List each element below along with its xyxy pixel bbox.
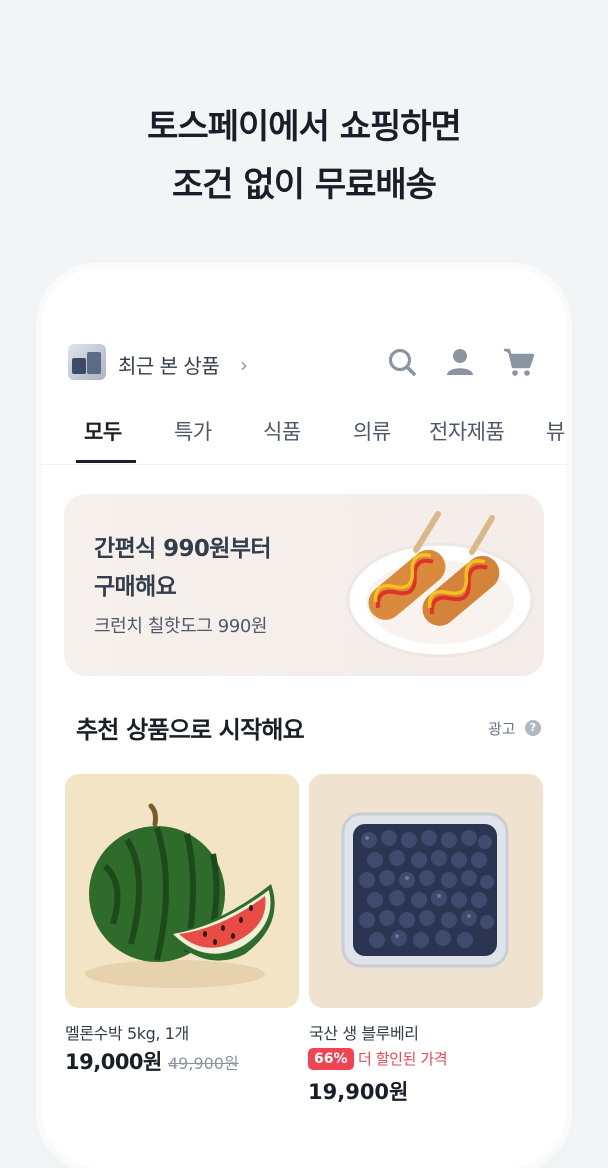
product-original-price: 49,900원	[168, 1054, 239, 1073]
watermelon-image	[85, 803, 275, 988]
category-tabs: 모두 특가 식품 의류 전자제품 뷰	[42, 408, 566, 465]
banner-title: 간편식 990원부터 구매해요	[94, 530, 272, 606]
top-bar: 최근 본 상품 ›	[42, 344, 566, 384]
recent-product-thumbnail[interactable]	[68, 344, 106, 380]
search-icon[interactable]	[386, 346, 418, 378]
banner-title-line-1: 간편식 990원부터	[94, 536, 272, 562]
tab-all[interactable]: 모두	[84, 416, 122, 446]
chevron-right-icon: ›	[240, 353, 248, 377]
recent-products-link[interactable]: 최근 본 상품	[118, 350, 220, 379]
active-tab-indicator	[76, 460, 136, 463]
section-title: 추천 상품으로 시작해요	[76, 716, 305, 744]
phone-screen: 최근 본 상품 › 모두 특가 식품 의류 전자제품 뷰 간편식 990원부터 …	[42, 268, 566, 1168]
info-icon[interactable]: ?	[525, 720, 541, 736]
tab-food[interactable]: 식품	[263, 416, 301, 446]
tab-electronics[interactable]: 전자제품	[429, 416, 505, 446]
headline-line-2: 조건 없이 무료배송	[172, 165, 437, 205]
user-icon[interactable]	[444, 346, 476, 378]
product-name[interactable]: 멜론수박 5kg, 1개	[65, 1020, 189, 1044]
product-image-blueberry[interactable]	[309, 774, 543, 1008]
blueberry-box-image	[341, 812, 509, 968]
product-name[interactable]: 국산 생 블루베리	[309, 1020, 419, 1044]
deal-text: 더 할인된 가격	[358, 1050, 448, 1068]
promo-headline: 토스페이에서 쇼핑하면 조건 없이 무료배송	[0, 98, 608, 214]
tab-clothing[interactable]: 의류	[353, 416, 391, 446]
banner-title-line-2: 구매해요	[94, 574, 177, 600]
product-price: 19,000원	[65, 1050, 162, 1074]
discount-badge: 66%	[308, 1048, 354, 1070]
corndog-plate-image	[346, 511, 534, 658]
headline-line-1: 토스페이에서 쇼핑하면	[147, 107, 462, 147]
product-image-watermelon[interactable]	[65, 774, 299, 1008]
promo-banner[interactable]: 간편식 990원부터 구매해요 크런치 칠핫도그 990원	[64, 494, 544, 676]
banner-subtitle: 크런치 칠핫도그 990원	[94, 616, 268, 637]
tab-special[interactable]: 특가	[174, 416, 212, 446]
tab-beauty[interactable]: 뷰	[546, 416, 565, 446]
cart-icon[interactable]	[502, 346, 536, 378]
ad-label: 광고	[488, 720, 516, 738]
product-price: 19,900원	[308, 1080, 409, 1104]
